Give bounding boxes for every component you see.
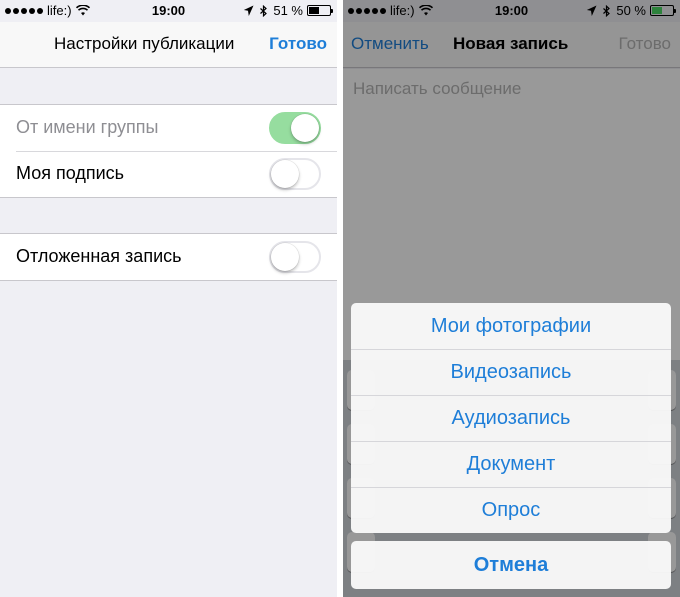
nav-bar: Настройки публикации Готово: [0, 22, 337, 68]
signature-toggle[interactable]: [269, 158, 321, 190]
bluetooth-icon: [260, 4, 268, 17]
setting-row-signature: Моя подпись: [0, 151, 337, 197]
sheet-option-document[interactable]: Документ: [351, 441, 671, 487]
settings-screen: life:) 19:00 51 % Настройки публикации Г…: [0, 0, 337, 597]
done-button[interactable]: Готово: [269, 34, 327, 54]
battery-icon: [307, 5, 333, 16]
group-name-toggle[interactable]: [269, 112, 321, 144]
sheet-option-audio[interactable]: Аудиозапись: [351, 395, 671, 441]
toggle-knob: [271, 243, 299, 271]
toggle-knob: [291, 114, 319, 142]
action-sheet-cancel: Отмена: [351, 541, 671, 589]
settings-group-schedule: Отложенная запись: [0, 233, 337, 281]
sheet-option-photos[interactable]: Мои фотографии: [351, 303, 671, 349]
sheet-option-poll[interactable]: Опрос: [351, 487, 671, 533]
settings-group-primary: От имени группы Моя подпись: [0, 104, 337, 198]
postponed-toggle[interactable]: [269, 241, 321, 273]
setting-label: Моя подпись: [16, 163, 124, 183]
sheet-option-video[interactable]: Видеозапись: [351, 349, 671, 395]
location-arrow-icon: [244, 5, 254, 16]
setting-label: От имени группы: [16, 117, 159, 137]
setting-row-postponed: Отложенная запись: [0, 234, 337, 280]
attachment-action-sheet: Мои фотографии Видеозапись Аудиозапись Д…: [351, 303, 671, 533]
sheet-cancel-button[interactable]: Отмена: [351, 541, 671, 589]
page-title: Настройки публикации: [54, 34, 235, 53]
setting-label: Отложенная запись: [16, 246, 182, 266]
status-bar: life:) 19:00 51 %: [0, 0, 337, 22]
battery-percent: 51 %: [273, 3, 303, 18]
setting-row-group-name: От имени группы: [0, 105, 337, 151]
toggle-knob: [271, 160, 299, 188]
new-post-screen: life:) 19:00 50 % Отменить Новая запись …: [343, 0, 680, 597]
status-bar-right: 51 %: [243, 3, 333, 18]
